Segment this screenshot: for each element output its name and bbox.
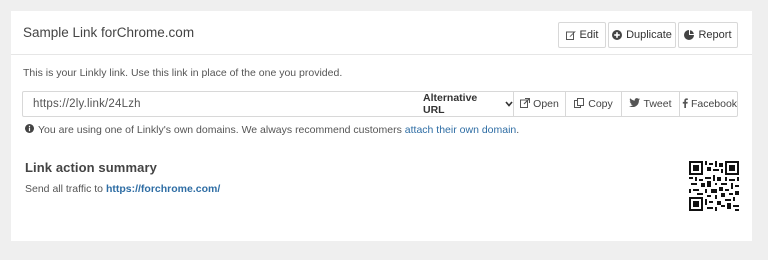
summary-prefix: Send all traffic to — [25, 183, 106, 195]
tweet-button-label: Tweet — [643, 98, 672, 110]
summary-title: Link action summary — [25, 160, 157, 175]
tweet-button[interactable]: Tweet — [621, 92, 679, 116]
qr-code — [689, 161, 739, 211]
short-link-field[interactable]: https://2ly.link/24Lzh — [33, 98, 141, 110]
twitter-icon — [629, 98, 641, 110]
domain-notice: You are using one of Linkly's own domain… — [25, 124, 519, 136]
copy-button-label: Copy — [588, 98, 613, 110]
pie-chart-icon — [684, 30, 695, 40]
destination-link[interactable]: https://forchrome.com/ — [106, 183, 220, 195]
notice-text: You are using one of Linkly's own domain… — [38, 124, 402, 136]
edit-icon — [565, 30, 576, 40]
page-title: Sample Link forChrome.com — [23, 25, 195, 40]
attach-domain-link[interactable]: attach their own domain — [405, 124, 516, 136]
duplicate-button[interactable]: Duplicate — [608, 22, 676, 48]
intro-text: This is your Linkly link. Use this link … — [23, 67, 343, 79]
info-icon — [25, 124, 34, 136]
notice-suffix: . — [516, 124, 520, 136]
facebook-button-label: Facebook — [690, 98, 738, 110]
chevron-down-icon — [505, 98, 513, 110]
plus-circle-icon — [612, 30, 623, 40]
external-link-icon — [520, 97, 531, 111]
duplicate-button-label: Duplicate — [626, 29, 672, 41]
copy-icon — [574, 97, 585, 111]
link-bar: https://2ly.link/24Lzh Alternative URL O… — [22, 91, 738, 117]
alternative-url-dropdown[interactable]: Alternative URL — [423, 92, 513, 116]
edit-button-label: Edit — [579, 29, 599, 41]
copy-button[interactable]: Copy — [565, 92, 621, 116]
report-button[interactable]: Report — [678, 22, 738, 48]
summary-line: Send all traffic to https://forchrome.co… — [25, 183, 220, 195]
report-button-label: Report — [698, 29, 732, 41]
edit-button[interactable]: Edit — [558, 22, 606, 48]
panel-header: Sample Link forChrome.com Edit Duplicate… — [11, 11, 752, 55]
link-panel: Sample Link forChrome.com Edit Duplicate… — [11, 11, 752, 241]
alternative-url-label: Alternative URL — [423, 92, 478, 116]
open-button[interactable]: Open — [513, 92, 565, 116]
facebook-button[interactable]: Facebook — [679, 92, 739, 116]
open-button-label: Open — [533, 98, 559, 110]
facebook-icon — [682, 97, 688, 111]
